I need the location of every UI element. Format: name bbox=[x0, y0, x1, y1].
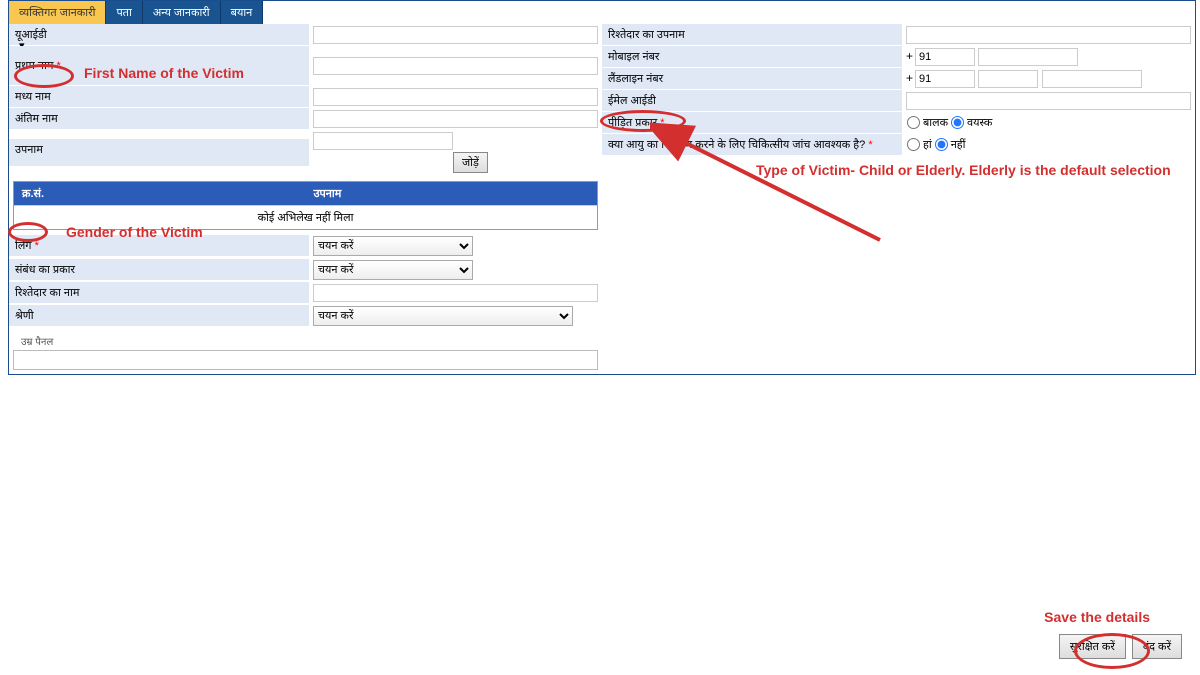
tab-address[interactable]: पता bbox=[106, 1, 142, 24]
mobile-cc[interactable] bbox=[915, 48, 975, 66]
middle-name-label: मध्य नाम bbox=[9, 86, 309, 108]
last-name-input[interactable] bbox=[313, 110, 598, 128]
annotation-oval-firstname bbox=[14, 64, 74, 88]
plus-icon: + bbox=[906, 71, 913, 85]
mobile-label: मोबाइल नंबर bbox=[602, 46, 902, 68]
uid-label: यूआईडी▾ bbox=[9, 24, 309, 46]
email-label: ईमेल आईडी bbox=[602, 90, 902, 112]
age-panel-label: उम्र पैनल bbox=[17, 334, 57, 348]
add-alias-button[interactable]: जोड़ें bbox=[453, 152, 488, 173]
relation-type-select[interactable]: चयन करें bbox=[313, 260, 473, 280]
gender-select[interactable]: चयन करें bbox=[313, 236, 473, 256]
annotation-save: Save the details bbox=[1044, 609, 1150, 625]
landline-input[interactable] bbox=[1042, 70, 1142, 88]
tab-other[interactable]: अन्य जानकारी bbox=[143, 1, 221, 24]
category-select[interactable]: चयन करें bbox=[313, 306, 573, 326]
alias-label: उपनाम bbox=[9, 139, 309, 167]
relative-surname-input[interactable] bbox=[906, 26, 1191, 44]
th-serial: क्र.सं. bbox=[14, 182, 306, 206]
landline-std[interactable] bbox=[978, 70, 1038, 88]
th-alias: उपनाम bbox=[306, 182, 598, 206]
victim-type-adult-radio[interactable] bbox=[951, 116, 964, 129]
left-column: यूआईडी▾ प्रथम नाम * मध्य नाम अंतिम नाम उ… bbox=[9, 24, 602, 374]
adult-label: वयस्क bbox=[967, 115, 992, 130]
relative-name-input[interactable] bbox=[313, 284, 598, 302]
middle-name-input[interactable] bbox=[313, 88, 598, 106]
relative-name-label: रिश्तेदार का नाम bbox=[9, 282, 309, 304]
annotation-arrow bbox=[650, 120, 930, 260]
tab-bar: व्यक्तिगत जानकारी पता अन्य जानकारी बयान bbox=[9, 1, 1195, 24]
mobile-input[interactable] bbox=[978, 48, 1078, 66]
relative-surname-label: रिश्तेदार का उपनाम bbox=[602, 24, 902, 46]
no-label: नहीं bbox=[951, 137, 966, 152]
first-name-input[interactable] bbox=[313, 57, 598, 75]
category-label: श्रेणी bbox=[9, 305, 309, 327]
form-container: व्यक्तिगत जानकारी पता अन्य जानकारी बयान … bbox=[8, 0, 1196, 375]
age-panel bbox=[13, 350, 598, 370]
landline-label: लैंडलाइन नंबर bbox=[602, 68, 902, 90]
alias-table: क्र.सं. उपनाम कोई अभिलेख नहीं मिला bbox=[13, 181, 598, 230]
tab-statement[interactable]: बयान bbox=[221, 1, 264, 24]
relation-type-label: संबंध का प्रकार bbox=[9, 259, 309, 281]
landline-cc[interactable] bbox=[915, 70, 975, 88]
uid-input[interactable] bbox=[313, 26, 598, 44]
age-test-no-radio[interactable] bbox=[935, 138, 948, 151]
gender-label: लिंग * bbox=[9, 235, 309, 257]
table-empty: कोई अभिलेख नहीं मिला bbox=[14, 206, 597, 230]
annotation-oval-gender bbox=[8, 222, 48, 242]
email-input[interactable] bbox=[906, 92, 1191, 110]
tab-personal[interactable]: व्यक्तिगत जानकारी bbox=[9, 1, 106, 24]
plus-icon: + bbox=[906, 49, 913, 63]
annotation-oval-save bbox=[1074, 633, 1150, 669]
last-name-label: अंतिम नाम bbox=[9, 108, 309, 130]
alias-input[interactable] bbox=[313, 132, 453, 150]
